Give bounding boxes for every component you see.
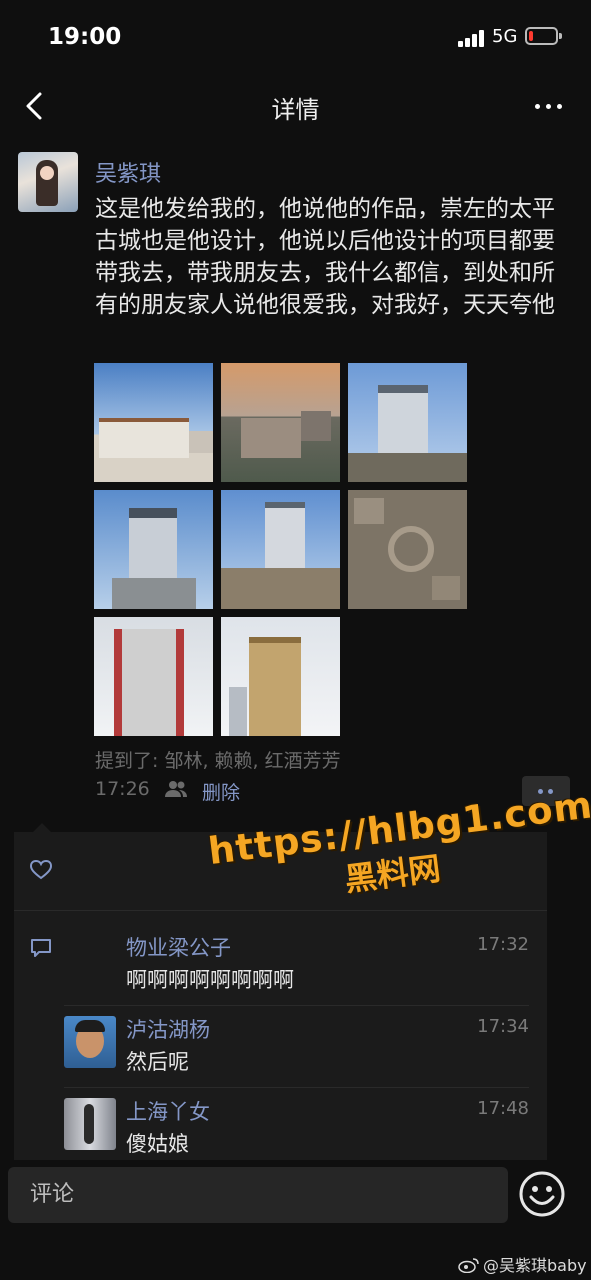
heart-icon bbox=[30, 860, 52, 880]
post-photo[interactable] bbox=[94, 617, 213, 736]
emoji-icon[interactable] bbox=[518, 1170, 566, 1218]
signal-icon bbox=[458, 29, 486, 47]
post-photo[interactable] bbox=[348, 363, 467, 482]
post-photo[interactable] bbox=[94, 363, 213, 482]
more-dots-icon[interactable] bbox=[528, 94, 568, 118]
comment-time: 17:48 bbox=[477, 1098, 529, 1119]
network-type: 5G bbox=[492, 26, 518, 47]
commenter-avatar[interactable] bbox=[64, 1098, 116, 1150]
post-photo[interactable] bbox=[221, 490, 340, 609]
author-avatar[interactable] bbox=[18, 152, 78, 212]
post-photo[interactable] bbox=[348, 490, 467, 609]
comment-item[interactable]: 泸沽湖杨 17:34 然后呢 bbox=[64, 1006, 529, 1086]
comment-text: 然后呢 bbox=[126, 1050, 189, 1074]
battery-icon bbox=[525, 27, 562, 45]
post-text: 这是他发给我的，他说他的作品，崇左的太平古城也是他设计，他说以后他设计的项目都要… bbox=[95, 196, 555, 318]
mention-list[interactable]: 提到了: 邹林, 赖赖, 红酒芳芳 bbox=[95, 746, 341, 773]
friends-icon bbox=[165, 781, 187, 797]
commenter-name[interactable]: 物业梁公子 bbox=[126, 932, 231, 962]
page-title: 详情 bbox=[271, 96, 320, 124]
comment-time: 17:34 bbox=[477, 1016, 529, 1037]
commenter-avatar[interactable] bbox=[64, 1016, 116, 1068]
post-photo[interactable] bbox=[221, 363, 340, 482]
commenter-name[interactable]: 上海丫女 bbox=[126, 1096, 210, 1126]
comment-time: 17:32 bbox=[477, 934, 529, 955]
nav-bar: 详情 bbox=[0, 72, 591, 140]
weibo-handle: @吴紫琪baby bbox=[483, 1256, 587, 1275]
post-photo[interactable] bbox=[94, 490, 213, 609]
weibo-logo-icon bbox=[458, 1258, 479, 1273]
weibo-watermark: @吴紫琪baby bbox=[458, 1252, 587, 1276]
delete-button[interactable]: 删除 bbox=[202, 778, 240, 805]
comment-item[interactable]: 上海丫女 17:48 傻姑娘 bbox=[64, 1088, 529, 1168]
status-time: 19:00 bbox=[48, 24, 122, 50]
comment-input-bar: 评论 bbox=[0, 1160, 591, 1230]
comment-text: 啊啊啊啊啊啊啊啊 bbox=[126, 968, 294, 992]
author-name[interactable]: 吴紫琪 bbox=[95, 156, 161, 188]
post-photo[interactable] bbox=[221, 617, 340, 736]
commenter-name[interactable]: 泸沽湖杨 bbox=[126, 1014, 210, 1044]
comment-text: 傻姑娘 bbox=[126, 1132, 189, 1156]
comment-input[interactable]: 评论 bbox=[8, 1167, 508, 1223]
status-bar: 19:00 5G bbox=[0, 0, 591, 72]
comment-bubble-icon bbox=[31, 939, 51, 957]
post-time: 17:26 bbox=[95, 778, 150, 800]
